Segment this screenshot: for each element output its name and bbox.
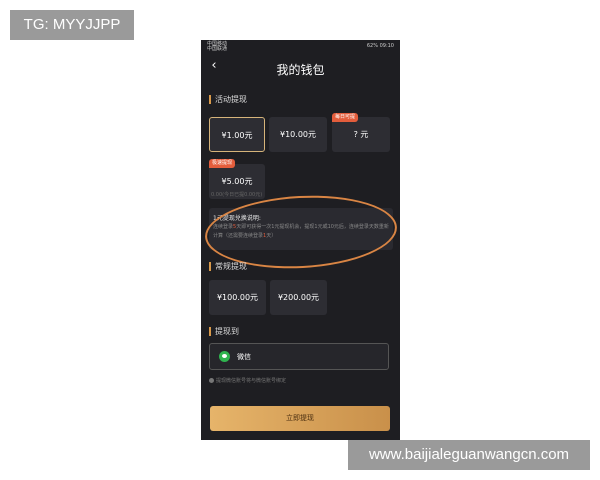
carrier-2: 中国联通 [207, 46, 228, 52]
tag-fast: 极速提现 [209, 159, 236, 168]
submit-withdraw-button[interactable]: 立即提现 [210, 406, 390, 431]
info-text-part: 天即可获得一次1元提现机会，提现1元或10元后，连续登录天数重新计算（还需要连续… [213, 224, 389, 239]
amount-option-200[interactable]: ¥200.00元 [270, 280, 327, 315]
info-icon [209, 378, 214, 383]
status-right: 62% 09:10 [367, 43, 394, 49]
withdraw-method-wechat[interactable]: 微信 [209, 343, 389, 370]
bind-note: 提现微信账号将与微信账号绑定 [209, 377, 286, 384]
watermark-top-left: TG: MYYJJPP [10, 10, 134, 40]
page-title: 我的钱包 [276, 63, 325, 77]
nav-bar: ‹ 我的钱包 [201, 54, 400, 82]
tag-daily: 每日可提 [332, 113, 359, 122]
info-box: 1元提现兑换说明: 连续登录5天即可获得一次1元提现机会，提现1元或10元后，连… [209, 208, 393, 250]
info-text-part: 连续登录 [213, 224, 234, 230]
wechat-icon [219, 351, 230, 362]
section-title-activity: 活动提现 [209, 95, 247, 104]
phone-screen: 中国移动 中国联通 62% 09:10 ‹ 我的钱包 活动提现 ¥1.00元 ¥… [201, 40, 400, 440]
amount-option-daily[interactable]: ? 元 [332, 117, 390, 152]
amount-option-100[interactable]: ¥100.00元 [209, 280, 266, 315]
section-title-regular: 常规提现 [209, 262, 247, 271]
bind-note-text: 提现微信账号将与微信账号绑定 [216, 378, 287, 384]
amount-option-10[interactable]: ¥10.00元 [269, 117, 327, 152]
amount-option-1[interactable]: ¥1.00元 [209, 117, 265, 152]
activity-note: 0.00(今日已提0.00元) [211, 192, 263, 198]
clock: 09:10 [379, 43, 394, 49]
watermark-bottom-right: www.baijialeguanwangcn.com [348, 440, 590, 470]
section-title-withdraw-to: 提现到 [209, 327, 239, 336]
withdraw-method-label: 微信 [237, 353, 251, 361]
carrier-info: 中国移动 中国联通 [207, 42, 227, 52]
info-text: 连续登录5天即可获得一次1元提现机会，提现1元或10元后，连续登录天数重新计算（… [213, 223, 389, 241]
status-bar: 中国移动 中国联通 62% 09:10 [201, 40, 400, 54]
battery-level: 62% [366, 43, 378, 49]
info-text-part: 天） [266, 233, 277, 239]
info-title: 1元提现兑换说明: [213, 215, 261, 222]
